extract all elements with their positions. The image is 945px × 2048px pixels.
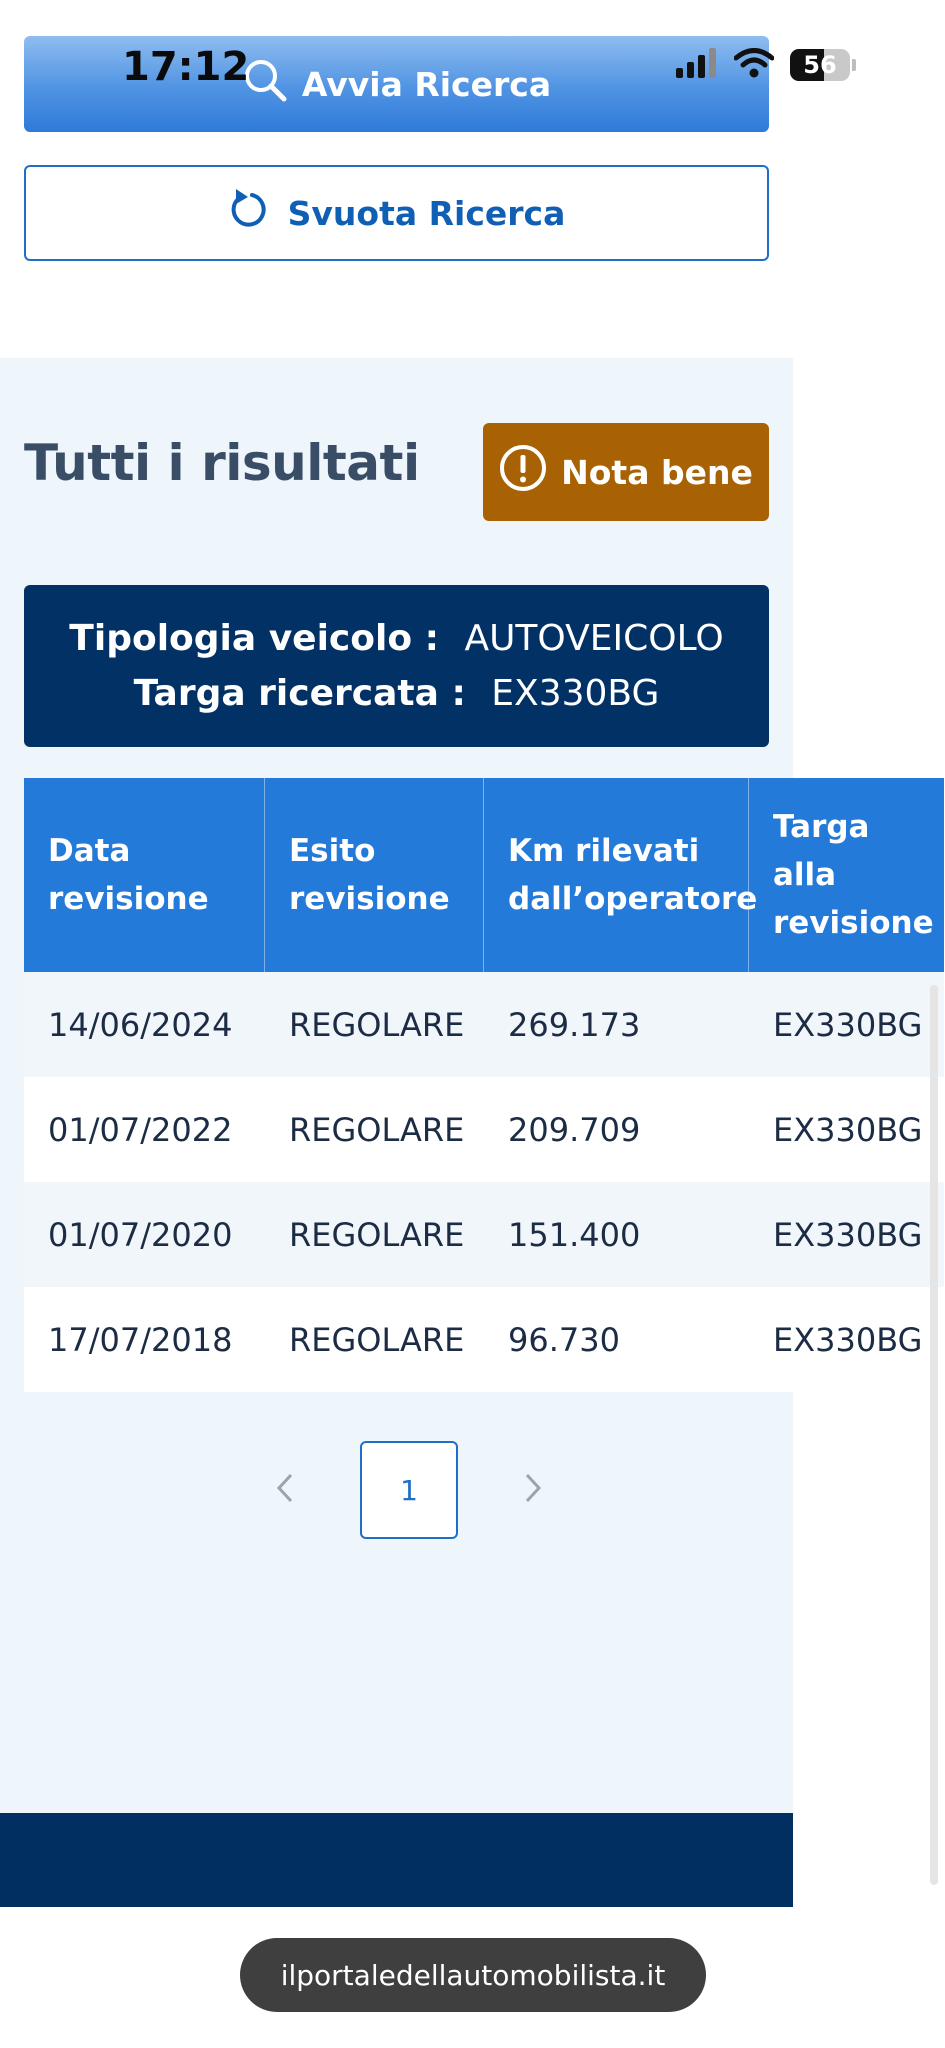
header-date: Data revisione	[24, 778, 265, 972]
cell-plate: EX330BG	[773, 1005, 923, 1044]
cell-outcome: REGOLARE	[289, 1320, 465, 1359]
vehicle-type-value: AUTOVEICOLO	[464, 618, 724, 659]
cell-plate: EX330BG	[773, 1110, 923, 1149]
status-time: 17:12	[122, 44, 250, 90]
cellular-signal-icon	[676, 48, 718, 82]
vehicle-info-box: Tipologia veicolo : AUTOVEICOLO Targa ri…	[24, 585, 769, 747]
table-row: 01/07/2022 REGOLARE 209.709 EX330BG	[24, 1077, 944, 1182]
cell-km: 269.173	[508, 1005, 641, 1044]
prev-page-button[interactable]	[260, 1442, 310, 1538]
table-body: 14/06/2024 REGOLARE 269.173 EX330BG 01/0…	[24, 972, 944, 1392]
header-plate: Targa alla revisione	[773, 808, 934, 942]
vehicle-type-line: Tipologia veicolo : AUTOVEICOLO	[69, 618, 723, 659]
table-header: Data revisione Esito revisione Km rileva…	[24, 778, 944, 972]
table-row: 14/06/2024 REGOLARE 269.173 EX330BG	[24, 972, 944, 1077]
cell-km: 209.709	[508, 1110, 641, 1149]
wifi-icon	[733, 48, 775, 82]
table-scrollbar[interactable]	[930, 985, 938, 1885]
note-label: Nota bene	[561, 452, 753, 492]
results-table: Data revisione Esito revisione Km rileva…	[24, 778, 944, 1392]
cell-km: 151.400	[508, 1215, 641, 1254]
table-row: 01/07/2020 REGOLARE 151.400 EX330BG	[24, 1182, 944, 1287]
clear-search-label: Svuota Ricerca	[287, 193, 566, 233]
cell-plate: EX330BG	[773, 1320, 923, 1359]
cell-km: 96.730	[508, 1320, 620, 1359]
exclamation-circle-icon	[499, 444, 547, 500]
page-1-button[interactable]: 1	[360, 1441, 458, 1539]
next-page-button[interactable]	[508, 1442, 558, 1538]
cell-outcome: REGOLARE	[289, 1215, 465, 1254]
cell-plate: EX330BG	[773, 1215, 923, 1254]
cell-date: 14/06/2024	[48, 1005, 233, 1044]
battery-tip	[852, 59, 856, 71]
browser-url: ilportaledellautomobilista.it	[280, 1958, 666, 1992]
footer-bar	[0, 1813, 793, 1907]
cell-outcome: REGOLARE	[289, 1005, 465, 1044]
pagination: 1	[260, 1441, 558, 1539]
vehicle-type-label: Tipologia veicolo :	[69, 618, 439, 659]
cell-outcome: REGOLARE	[289, 1110, 465, 1149]
page: Avvia Ricerca 17:12 56 Svuota Ricerca Tu…	[0, 0, 945, 2048]
browser-address-bar[interactable]: ilportaledellautomobilista.it	[240, 1938, 706, 2012]
results-title: Tutti i risultati	[24, 434, 420, 492]
start-search-label: Avvia Ricerca	[301, 64, 552, 104]
chevron-right-icon	[524, 1473, 542, 1507]
note-button[interactable]: Nota bene	[483, 423, 769, 521]
plate-line: Targa ricercata : EX330BG	[134, 673, 660, 714]
clear-search-button[interactable]: Svuota Ricerca	[24, 165, 769, 261]
plate-label: Targa ricercata :	[133, 673, 466, 714]
cell-date: 01/07/2020	[48, 1215, 233, 1254]
table-row: 17/07/2018 REGOLARE 96.730 EX330BG	[24, 1287, 944, 1392]
cell-date: 01/07/2022	[48, 1110, 233, 1149]
header-km: Km rilevati dall’operatore	[484, 778, 757, 972]
refresh-icon	[228, 187, 270, 239]
chevron-left-icon	[276, 1473, 294, 1507]
header-outcome: Esito revisione	[265, 778, 484, 972]
battery-level: 56	[803, 51, 837, 79]
battery-icon: 56	[790, 49, 850, 81]
plate-value: EX330BG	[491, 673, 660, 714]
status-icons: 56	[676, 48, 856, 82]
cell-date: 17/07/2018	[48, 1320, 233, 1359]
